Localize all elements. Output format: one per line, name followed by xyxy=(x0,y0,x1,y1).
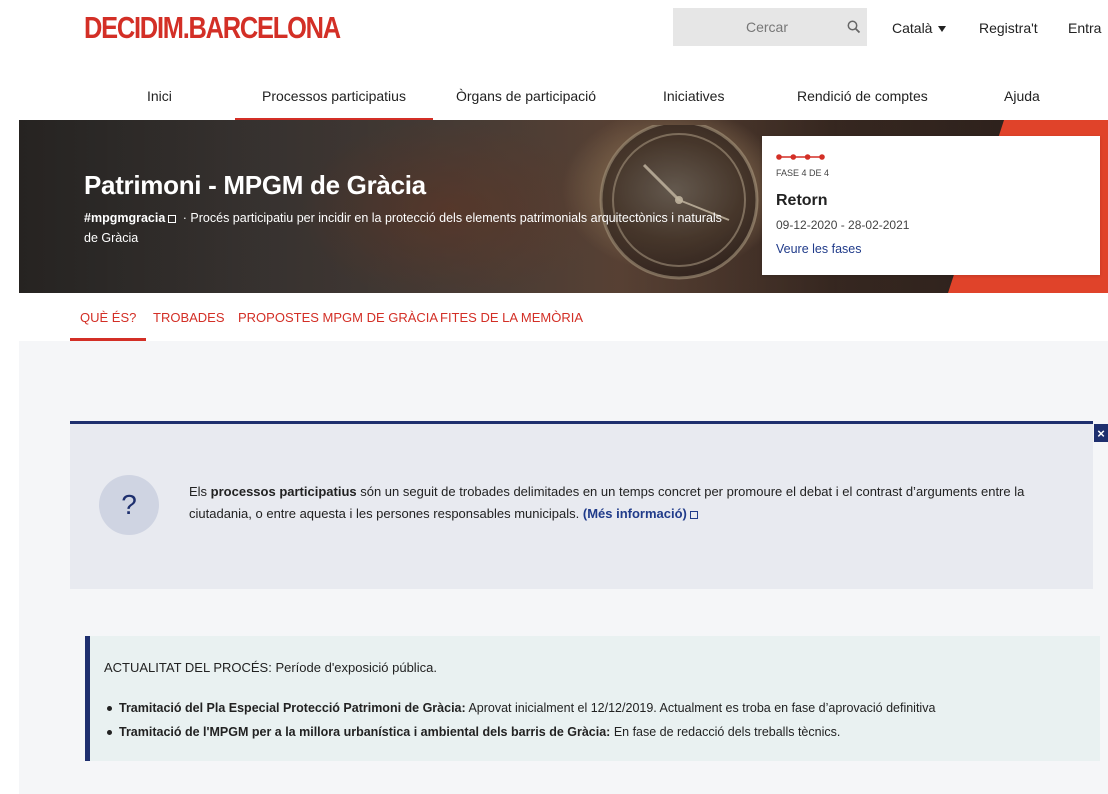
process-description: #mpgmgracia · Procés participatiu per in… xyxy=(84,208,734,248)
hero-separator: · xyxy=(182,211,187,225)
description-text: Procés participatiu per incidir en la pr… xyxy=(84,211,722,245)
process-tabs: Què és? Trobades Propostes MPGM de Gràci… xyxy=(0,293,1108,341)
info-text-bold: processos participatius xyxy=(210,484,357,499)
tab-propostes[interactable]: Propostes MPGM de Gràcia xyxy=(238,310,438,341)
external-link-icon xyxy=(168,214,177,223)
main-navigation: Inici Processos participatius Òrgans de … xyxy=(0,88,1108,120)
phase-name: Retorn xyxy=(776,192,828,209)
external-link-icon xyxy=(689,510,698,519)
nav-item-processos[interactable]: Processos participatius xyxy=(235,88,433,120)
nav-item-rendicio[interactable]: Rendició de comptes xyxy=(797,88,928,120)
process-news-list: Tramitació del Pla Especial Protecció Pa… xyxy=(107,696,935,744)
more-info-link[interactable]: (Més informació) xyxy=(583,506,687,521)
news-item-title: Tramitació del Pla Especial Protecció Pa… xyxy=(119,701,466,715)
nav-item-organs[interactable]: Òrgans de participació xyxy=(456,88,596,120)
site-logo[interactable]: DECIDIM.BARCELONA xyxy=(84,10,341,46)
news-item-title: Tramitació de l'MPGM per a la millora ur… xyxy=(119,725,611,739)
register-link[interactable]: Registra't xyxy=(979,20,1038,36)
language-label: Català xyxy=(892,20,933,36)
hashtag-link[interactable]: #mpgmgracia xyxy=(84,211,165,225)
news-heading-text: Període d'exposició pública. xyxy=(271,660,437,675)
tab-que-es[interactable]: Què és? xyxy=(69,310,147,341)
phase-progress-dots xyxy=(776,154,825,160)
tab-fites[interactable]: Fites de la memòria xyxy=(440,310,583,341)
news-item-text: En fase de redacció dels treballs tècnic… xyxy=(610,725,841,739)
login-link[interactable]: Entra xyxy=(1068,20,1101,36)
close-info-button[interactable]: × xyxy=(1094,424,1108,442)
caret-down-icon xyxy=(938,26,947,33)
search-input[interactable] xyxy=(673,8,841,46)
process-news-heading: ACTUALITAT DEL PROCÉS: Període d'exposic… xyxy=(104,660,437,675)
news-heading-label: ACTUALITAT DEL PROCÉS: xyxy=(104,660,272,675)
nav-item-ajuda[interactable]: Ajuda xyxy=(1004,88,1040,120)
nav-item-iniciatives[interactable]: Iniciatives xyxy=(663,88,724,120)
phase-card: FASE 4 DE 4 Retorn 09-12-2020 - 28-02-20… xyxy=(762,136,1100,275)
info-text-intro: Els xyxy=(189,484,211,499)
list-item: Tramitació del Pla Especial Protecció Pa… xyxy=(107,696,935,720)
news-item-text: Aprovat inicialment el 12/12/2019. Actua… xyxy=(465,701,936,715)
list-item: Tramitació de l'MPGM per a la millora ur… xyxy=(107,720,935,744)
search-box xyxy=(673,8,867,46)
language-selector[interactable]: Català xyxy=(892,20,947,36)
view-phases-link[interactable]: Veure les fases xyxy=(776,242,861,256)
info-text: Els processos participatius són un segui… xyxy=(189,481,1069,525)
tab-trobades[interactable]: Trobades xyxy=(153,310,225,341)
search-icon[interactable] xyxy=(841,8,867,46)
phase-dates: 09-12-2020 - 28-02-2021 xyxy=(776,218,910,232)
question-icon: ? xyxy=(99,475,159,535)
nav-item-inici[interactable]: Inici xyxy=(147,88,172,120)
process-title: Patrimoni - MPGM de Gràcia xyxy=(84,170,426,200)
phase-label: FASE 4 DE 4 xyxy=(776,168,830,178)
